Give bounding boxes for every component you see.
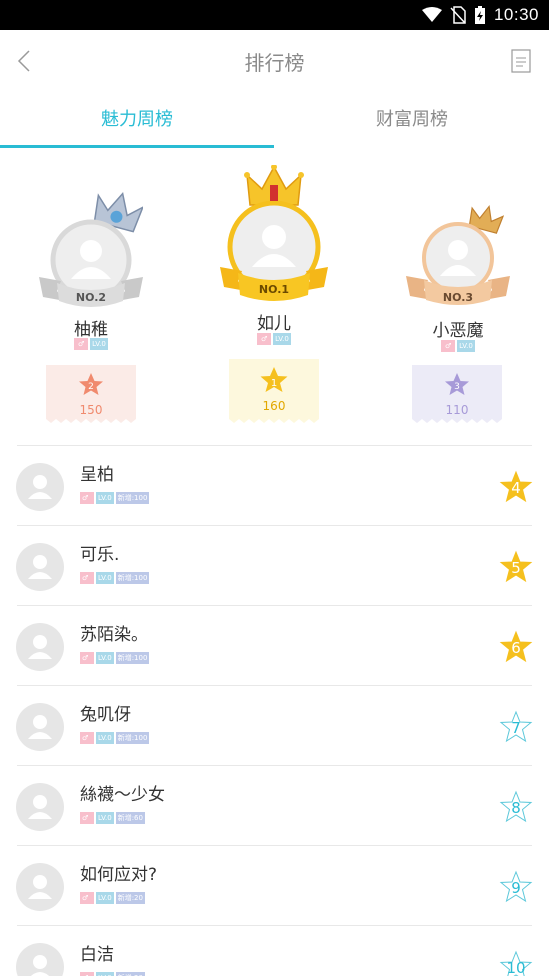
podium-rank-3-score: 110 xyxy=(445,403,469,417)
avatar xyxy=(16,623,64,671)
gender-badge: ♂ xyxy=(80,732,94,744)
podium-rank-2-score-card: 2 150 xyxy=(46,365,136,425)
podium-rank-3-name: 小恶魔 xyxy=(432,321,484,341)
status-bar: 10:30 xyxy=(0,0,549,30)
list-item-badges: ♂LV.0新增:20 xyxy=(80,892,145,904)
rank-number: 6 xyxy=(511,639,521,657)
no-sim-icon xyxy=(450,6,466,24)
list-item[interactable]: 呈柏 ♂ LV.0 新增:100 4 xyxy=(0,446,549,526)
gender-badge: ♂ xyxy=(80,812,94,824)
active-tab-indicator xyxy=(0,145,274,148)
gender-badge: ♂ xyxy=(80,572,94,584)
list-item-name: 兔叽伢 xyxy=(80,705,131,725)
level-badge: LV.0 xyxy=(90,338,108,350)
rank-number: 9 xyxy=(511,879,521,897)
list-item-name: 可乐. xyxy=(80,545,120,565)
avatar xyxy=(16,863,64,911)
list-item[interactable]: 苏陌染。 ♂ LV.0 新增:100 6 xyxy=(0,606,549,686)
list-item-name: 絲襪～少女 xyxy=(80,785,165,805)
level-badge: LV.0 xyxy=(96,492,114,504)
gift-count-badge: 新增:60 xyxy=(115,812,145,824)
podium-rank-1-score-card: 1 160 xyxy=(229,359,319,423)
rank-number: 8 xyxy=(511,799,521,817)
wifi-icon xyxy=(421,7,442,22)
list-item[interactable]: 絲襪～少女 ♂ LV.0 新增:60 8 xyxy=(0,766,549,846)
gender-badge: ♂ xyxy=(80,652,94,664)
svg-text:2: 2 xyxy=(88,382,94,392)
podium: NO.2 柚稚 ♂ LV.0 NO.1 如儿 ♂ LV.0 NO.3 小恶魔 ♂… xyxy=(0,160,549,440)
gender-badge: ♂ xyxy=(80,972,94,976)
status-time: 10:30 xyxy=(493,5,539,24)
podium-rank-3-badges: ♂ LV.0 xyxy=(402,340,514,352)
avatar xyxy=(16,703,64,751)
level-badge: LV.0 xyxy=(96,652,114,664)
list-item-name: 苏陌染。 xyxy=(80,625,148,645)
list-item[interactable]: 兔叽伢 ♂ LV.0 新增:100 7 xyxy=(0,686,549,766)
list-item-badges: ♂ LV.0 新增:100 xyxy=(80,572,150,584)
gender-badge: ♂ xyxy=(80,492,94,504)
level-badge: LV.0 xyxy=(457,340,475,352)
gender-badge: ♂ xyxy=(80,892,94,904)
list-item-badges: ♂LV.0新增:20 xyxy=(80,972,145,976)
podium-rank-1-name: 如儿 xyxy=(257,314,291,334)
list-item-badges: ♂ LV.0 新增:60 xyxy=(80,812,145,824)
podium-rank-1-label: NO.1 xyxy=(258,283,290,296)
avatar xyxy=(16,463,64,511)
podium-rank-2-label: NO.2 xyxy=(75,291,107,304)
avatar xyxy=(16,543,64,591)
gift-count-badge: 新增:100 xyxy=(115,572,150,584)
level-badge: LV.0 xyxy=(96,572,114,584)
level-badge: LV.0 xyxy=(96,812,114,824)
level-badge: LV.0 xyxy=(96,972,114,976)
list-item[interactable]: 如何应对? ♂ LV.0 新增:20 9 xyxy=(0,846,549,926)
gift-count-badge: 新增:100 xyxy=(115,652,150,664)
rank-number: 4 xyxy=(511,479,521,497)
rank-number: 5 xyxy=(511,559,521,577)
battery-icon xyxy=(474,6,485,24)
nav-bar: 排行榜 xyxy=(0,30,549,92)
avatar xyxy=(16,783,64,831)
avatar xyxy=(16,943,64,976)
gift-count-badge: 新增:100 xyxy=(115,492,150,504)
gender-badge: ♂ xyxy=(441,340,456,352)
gift-count-badge: 新增:20 xyxy=(115,972,145,976)
gender-badge: ♂ xyxy=(257,333,272,345)
svg-text:1: 1 xyxy=(271,378,277,389)
podium-rank-3-label: NO.3 xyxy=(442,291,474,304)
rank-number: 7 xyxy=(511,719,521,737)
level-badge: LV.0 xyxy=(96,732,114,744)
tab-charm-weekly[interactable]: 魅力周榜 xyxy=(0,92,274,150)
gender-badge: ♂ xyxy=(74,338,89,350)
page-title: 排行榜 xyxy=(244,51,305,75)
list-item-name: 如何应对? xyxy=(80,865,158,885)
level-badge: LV.0 xyxy=(273,333,291,345)
list-item[interactable]: 白洁 ♂LV.0新增:20 10 xyxy=(0,926,549,976)
podium-rank-2-name: 柚稚 xyxy=(74,320,108,340)
gift-count-badge: 新增:20 xyxy=(115,892,145,904)
svg-text:3: 3 xyxy=(454,382,460,392)
list-item-name: 呈柏 xyxy=(80,465,114,485)
list-item-badges: ♂ LV.0 新增:100 xyxy=(80,732,150,744)
list-item[interactable]: 可乐. ♂ LV.0 新增:100 5 xyxy=(0,526,549,606)
podium-rank-1-badges: ♂ LV.0 xyxy=(218,333,330,345)
rules-document-icon[interactable] xyxy=(511,49,531,73)
rank-number: 10 xyxy=(506,959,526,976)
level-badge: LV.0 xyxy=(96,892,114,904)
ranking-tabs: 魅力周榜 财富周榜 xyxy=(0,92,549,150)
podium-rank-2-badges: ♂ LV.0 xyxy=(35,338,147,350)
podium-rank-2-score: 150 xyxy=(79,403,103,417)
podium-rank-1-score: 160 xyxy=(262,399,286,413)
gift-count-badge: 新增:100 xyxy=(115,732,150,744)
podium-rank-3-score-card: 3 110 xyxy=(412,365,502,425)
list-item-badges: ♂ LV.0 新增:100 xyxy=(80,652,150,664)
tab-wealth-weekly[interactable]: 财富周榜 xyxy=(275,92,549,150)
list-item-name: 白洁 xyxy=(80,945,114,965)
list-item-badges: ♂ LV.0 新增:100 xyxy=(80,492,150,504)
